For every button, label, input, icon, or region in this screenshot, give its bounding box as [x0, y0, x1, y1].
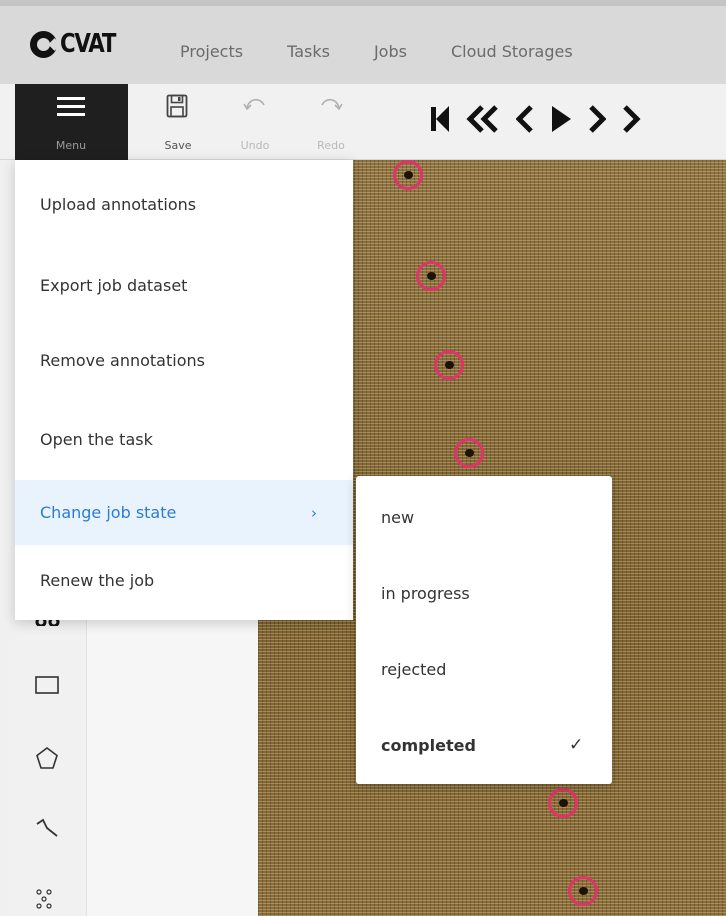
save-button[interactable]: Save: [148, 84, 208, 160]
menu-item-upload-annotations[interactable]: Upload annotations: [15, 160, 353, 248]
redo-button-label: Redo: [317, 139, 345, 152]
save-button-label: Save: [164, 139, 192, 152]
menu-item-open-the-task[interactable]: Open the task: [15, 398, 353, 480]
annotation-toolbar: Menu Save Undo Redo: [0, 84, 726, 160]
menu-item-change-job-state[interactable]: Change job state ›: [15, 480, 353, 545]
job-state-option-completed[interactable]: completed ✓: [356, 707, 612, 783]
fast-forward-icon[interactable]: [622, 104, 642, 134]
fast-backward-icon[interactable]: [466, 104, 500, 134]
nav-link-projects[interactable]: Projects: [180, 42, 243, 61]
job-state-option-new[interactable]: new: [356, 479, 612, 555]
annotation-menu-dropdown: Upload annotations Export job dataset Re…: [15, 160, 353, 620]
points-tool-icon[interactable]: [35, 888, 59, 910]
point-annotation[interactable]: [434, 350, 464, 380]
play-icon[interactable]: [550, 104, 572, 134]
job-state-option-rejected[interactable]: rejected: [356, 631, 612, 707]
top-navigation: CVAT Projects Tasks Jobs Cloud Storages: [0, 0, 726, 84]
undo-button[interactable]: Undo: [225, 84, 285, 160]
polygon-tool-icon[interactable]: [35, 746, 59, 770]
menu-button[interactable]: Menu: [15, 84, 128, 160]
point-annotation[interactable]: [393, 160, 423, 190]
chevron-right-icon: ›: [311, 503, 317, 522]
player-controls: [430, 104, 658, 134]
redo-button[interactable]: Redo: [301, 84, 361, 160]
job-state-option-label: new: [381, 507, 415, 527]
logo-mark-icon: [30, 30, 57, 58]
polyline-tool-icon[interactable]: [35, 816, 59, 838]
logo-text: CVAT: [60, 29, 116, 59]
hamburger-icon: [57, 97, 85, 121]
nav-link-tasks[interactable]: Tasks: [287, 42, 330, 61]
point-annotation[interactable]: [416, 261, 446, 291]
menu-item-label: Renew the job: [40, 570, 155, 590]
menu-item-remove-annotations[interactable]: Remove annotations: [15, 323, 353, 398]
menu-item-label: Upload annotations: [40, 194, 197, 214]
nav-link-jobs[interactable]: Jobs: [374, 42, 407, 61]
previous-frame-icon[interactable]: [516, 104, 534, 134]
point-annotation[interactable]: [454, 438, 484, 468]
job-state-option-label: completed: [381, 735, 476, 755]
job-state-option-in-progress[interactable]: in progress: [356, 555, 612, 631]
redo-icon: [321, 98, 343, 111]
cvat-logo[interactable]: CVAT: [30, 29, 127, 59]
save-icon: [166, 94, 188, 118]
menu-item-label: Change job state: [40, 503, 177, 522]
rectangle-tool-icon[interactable]: [35, 676, 59, 694]
menu-button-label: Menu: [55, 139, 87, 152]
undo-button-label: Undo: [240, 139, 270, 152]
menu-item-renew-the-job[interactable]: Renew the job: [15, 545, 353, 615]
undo-icon: [243, 98, 265, 111]
point-annotation[interactable]: [548, 788, 578, 818]
job-state-option-label: rejected: [381, 659, 447, 679]
menu-item-label: Open the task: [40, 429, 153, 449]
menu-item-export-job-dataset[interactable]: Export job dataset: [15, 248, 353, 323]
menu-item-label: Export job dataset: [40, 276, 188, 295]
next-frame-icon[interactable]: [588, 104, 606, 134]
first-frame-icon[interactable]: [430, 104, 450, 134]
job-state-submenu: new in progress rejected completed ✓: [356, 476, 612, 784]
job-state-option-label: in progress: [381, 583, 470, 603]
nav-link-cloud-storages[interactable]: Cloud Storages: [451, 42, 573, 61]
checkmark-icon: ✓: [569, 735, 584, 755]
menu-item-label: Remove annotations: [40, 351, 205, 370]
point-annotation[interactable]: [568, 876, 598, 906]
